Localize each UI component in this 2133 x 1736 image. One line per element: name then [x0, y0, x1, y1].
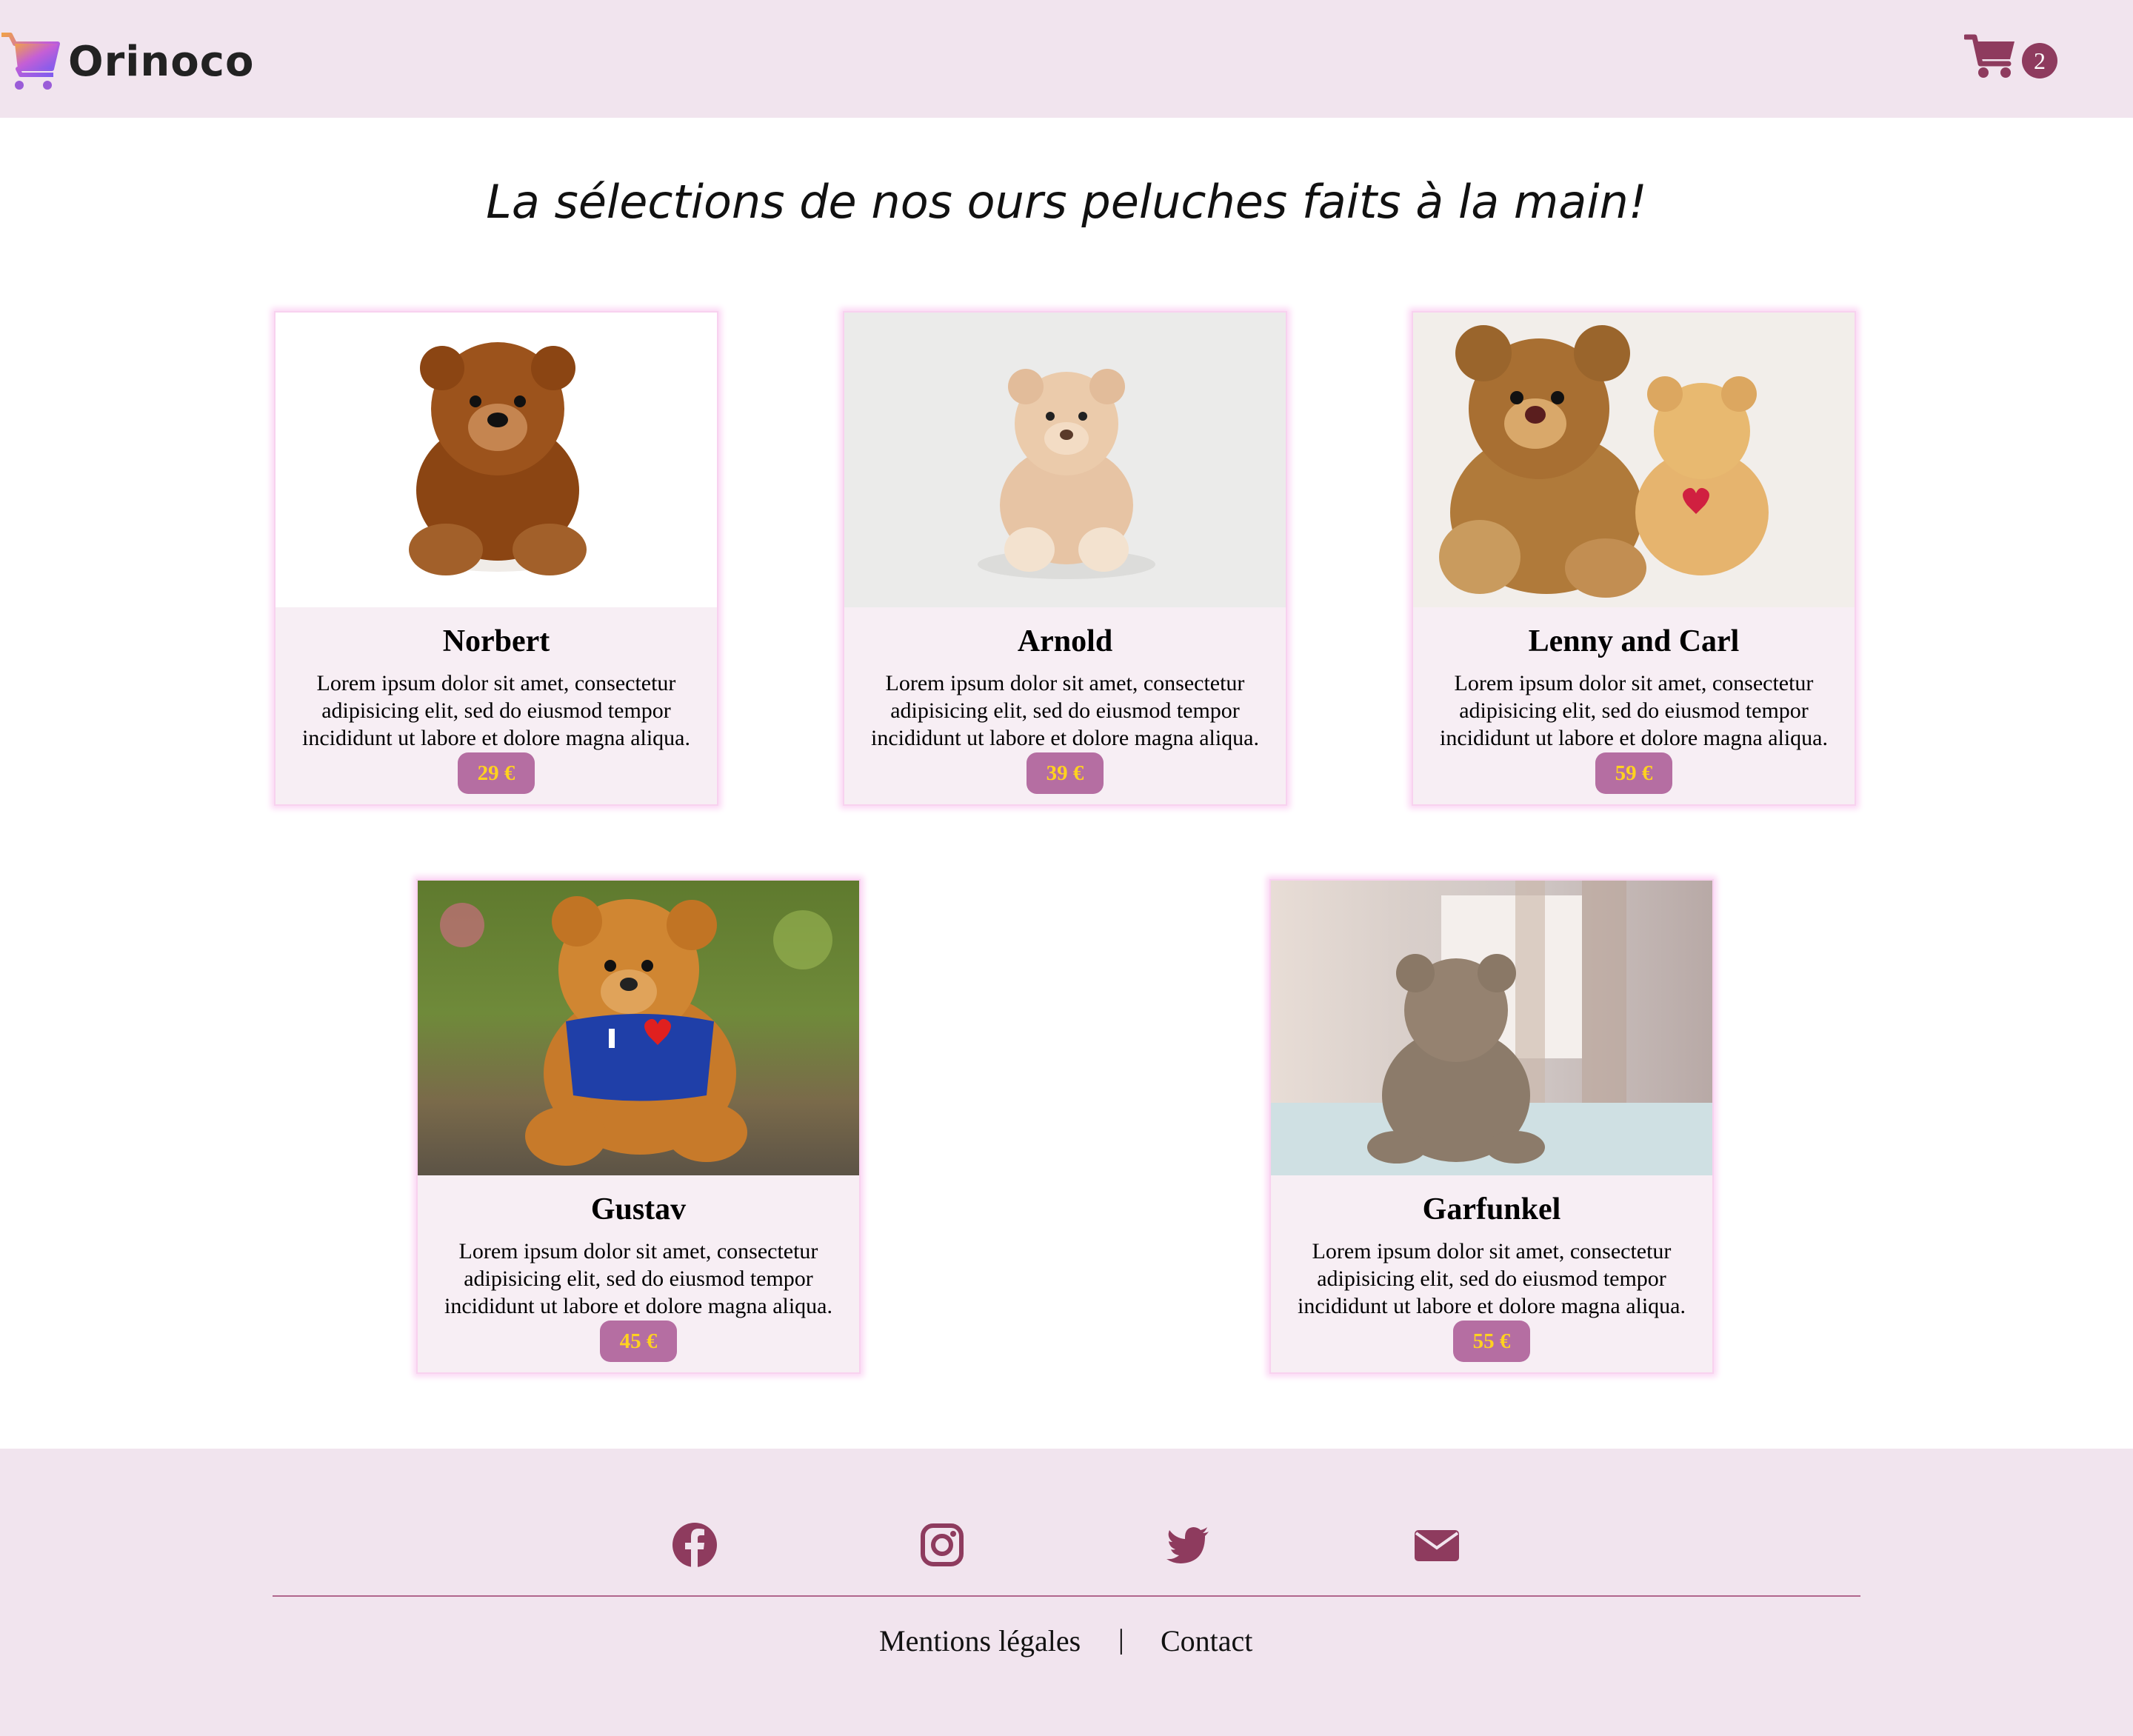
product-description: Lorem ipsum dolor sit amet, consectetur …	[1439, 671, 1828, 750]
product-card[interactable]: Arnold Lorem ipsum dolor sit amet, conse…	[843, 311, 1287, 806]
twitter-icon	[1166, 1527, 1209, 1563]
product-photo[interactable]	[1271, 881, 1712, 1175]
teddy-bear-image	[409, 342, 587, 575]
footer-divider	[273, 1595, 1860, 1597]
product-price: 55 €	[1453, 1321, 1530, 1362]
product-name: Norbert	[442, 624, 550, 658]
product-card[interactable]: Lenny and Carl Lorem ipsum dolor sit ame…	[1412, 311, 1856, 806]
legal-notice-link[interactable]: Mentions légales	[879, 1623, 1081, 1658]
product-price: 45 €	[600, 1321, 677, 1362]
product-description: Lorem ipsum dolor sit amet, consectetur …	[1297, 1239, 1686, 1318]
contact-link[interactable]: Contact	[1161, 1623, 1252, 1658]
site-header: Orinoco 2	[0, 0, 2133, 118]
product-price: 39 €	[1027, 752, 1104, 794]
product-price: 29 €	[458, 752, 535, 794]
shopping-cart-icon	[1964, 34, 2014, 78]
logo[interactable]: Orinoco	[0, 28, 254, 95]
product-name: Gustav	[590, 1192, 687, 1226]
product-photo[interactable]	[276, 313, 717, 607]
product-photo[interactable]	[418, 881, 859, 1175]
product-card[interactable]: Garfunkel Lorem ipsum dolor sit amet, co…	[1269, 879, 1714, 1374]
facebook-link[interactable]	[671, 1521, 718, 1569]
product-price: 59 €	[1595, 752, 1672, 794]
brand-name: Orinoco	[68, 37, 255, 86]
product-name: Arnold	[1017, 624, 1113, 658]
product-photo[interactable]	[844, 313, 1286, 607]
teddy-bear-image	[1439, 325, 1769, 598]
product-photo[interactable]	[1413, 313, 1855, 607]
product-card[interactable]: Norbert Lorem ipsum dolor sit amet, cons…	[274, 311, 718, 806]
instagram-link[interactable]	[918, 1521, 966, 1569]
envelope-icon	[1415, 1530, 1459, 1561]
teddy-bear-image	[440, 896, 832, 1166]
cart-button[interactable]: 2	[1964, 33, 2059, 84]
product-card[interactable]: Gustav Lorem ipsum dolor sit amet, conse…	[416, 879, 861, 1374]
page-title: La sélections de nos ours peluches faits…	[486, 175, 1647, 229]
instagram-icon	[921, 1523, 964, 1566]
product-description: Lorem ipsum dolor sit amet, consectetur …	[444, 1239, 832, 1318]
product-name: Lenny and Carl	[1528, 624, 1740, 658]
product-name: Garfunkel	[1422, 1192, 1561, 1226]
facebook-icon	[672, 1523, 717, 1567]
product-description: Lorem ipsum dolor sit amet, consectetur …	[870, 671, 1259, 750]
product-description: Lorem ipsum dolor sit amet, consectetur …	[301, 671, 690, 750]
footer-separator: |	[1118, 1624, 1124, 1655]
teddy-bear-image	[978, 369, 1155, 579]
teddy-bear-image	[1271, 881, 1712, 1175]
email-link[interactable]	[1413, 1521, 1461, 1569]
site-footer	[0, 1449, 2133, 1736]
cart-logo-icon	[1, 33, 60, 90]
cart-count-badge: 2	[2022, 43, 2057, 79]
twitter-link[interactable]	[1164, 1521, 1212, 1569]
